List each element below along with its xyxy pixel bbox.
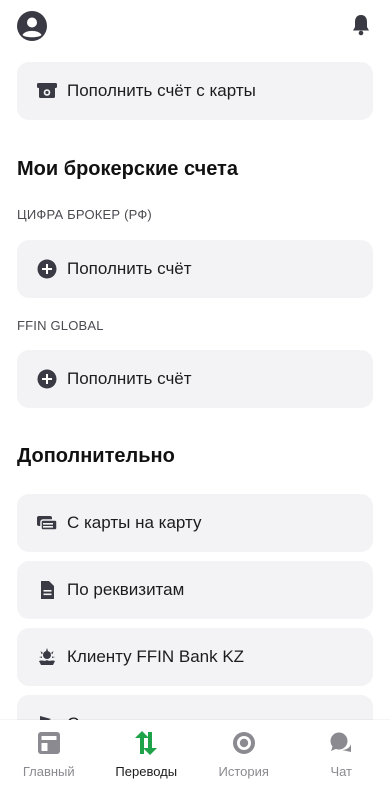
- tab-chat-label: Чат: [330, 764, 353, 779]
- topup-ffin-global-button[interactable]: Пополнить счёт: [17, 350, 373, 408]
- additional-section-title: Дополнительно: [17, 445, 175, 467]
- tab-home-label: Главный: [22, 764, 75, 779]
- brokerage-section-title: Мои брокерские счета: [17, 158, 238, 180]
- by-requisites-label: По реквизитам: [67, 580, 185, 599]
- topup-from-card-label: Пополнить счёт с карты: [67, 81, 256, 100]
- topup-tsifra-button[interactable]: Пополнить счёт: [17, 240, 373, 298]
- account-name-ffin-global: FFIN GLOBAL: [17, 318, 104, 333]
- card-to-card-button[interactable]: С карты на карту: [17, 494, 373, 552]
- card-to-card-label: С карты на карту: [67, 513, 202, 532]
- top-bar: [0, 0, 390, 54]
- account-name-tsifra: ЦИФРА БРОКЕР (РФ): [17, 207, 152, 222]
- tab-history-label: История: [218, 764, 269, 779]
- ffin-bank-kz-client-button[interactable]: Клиенту FFIN Bank KZ: [17, 628, 373, 686]
- chat-icon: [328, 730, 354, 756]
- tab-home[interactable]: Главный: [0, 720, 98, 790]
- transfer-icon: [133, 730, 159, 756]
- cards-icon: [36, 512, 58, 534]
- topup-tsifra-label: Пополнить счёт: [67, 259, 192, 278]
- tab-history[interactable]: История: [195, 720, 293, 790]
- bank-emblem-icon: [36, 646, 58, 668]
- bottom-tab-bar: Главный Переводы История Чат: [0, 720, 390, 790]
- plus-circle-icon: [36, 368, 58, 390]
- tab-chat[interactable]: Чат: [293, 720, 390, 790]
- ffin-bank-kz-client-label: Клиенту FFIN Bank KZ: [67, 647, 245, 666]
- document-icon: [36, 579, 58, 601]
- home-icon: [36, 730, 62, 756]
- tab-transfers-label: Переводы: [115, 764, 178, 779]
- plus-circle-icon: [36, 258, 58, 280]
- tab-transfers[interactable]: Переводы: [98, 720, 196, 790]
- profile-avatar-icon[interactable]: [16, 10, 48, 42]
- history-icon: [231, 730, 257, 756]
- card-topup-icon: [36, 80, 58, 102]
- by-requisites-button[interactable]: По реквизитам: [17, 561, 373, 619]
- topup-from-card-button[interactable]: Пополнить счёт с карты: [17, 62, 373, 120]
- bell-icon[interactable]: [348, 12, 374, 38]
- topup-ffin-global-label: Пополнить счёт: [67, 369, 192, 388]
